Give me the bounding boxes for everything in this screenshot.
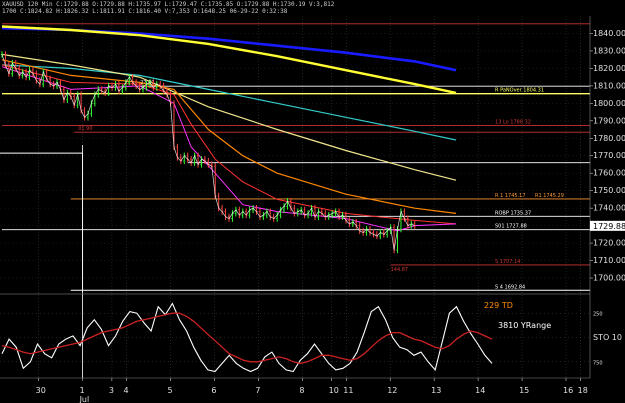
- price-annotation: - 144.87: [387, 267, 408, 273]
- y-axis: 1840.00 1830.00 1820.00 1810.00 1800.00 1790.…: [589, 16, 625, 378]
- price-levels: R PaNOver 1804.3113 Lo 1788.3227.8701.90…: [0, 23, 590, 292]
- level-label: S 1707.14: [495, 259, 520, 265]
- side-level-label: R1 1745.29: [535, 193, 564, 199]
- ema-orange-line: [1, 59, 457, 214]
- level-label: S01 1727.88: [495, 224, 527, 230]
- y-axis-tick-label: 1710.00: [593, 256, 625, 265]
- chart-container: XAUUSD 120 Min C:1729.88 O:1729.88 H:173…: [0, 0, 625, 403]
- level-label: S 4 1692.84: [495, 284, 525, 290]
- ema-magenta-line: [1, 66, 457, 232]
- level-label: R PaNOver 1804.31: [495, 88, 544, 94]
- x-axis: 30 1 3 4 5 6 7 8 10 11 12 13 14 15 16 18Jul: [0, 377, 590, 403]
- last-price-label: 1729.88: [593, 222, 625, 231]
- x-axis-tick-label: 18: [578, 386, 588, 395]
- y-axis-tick-label: 1740.00: [593, 204, 625, 213]
- x-axis-tick-label: 11: [343, 386, 353, 395]
- x-axis-tick-label: 1: [80, 386, 85, 395]
- level-label: ROBP 1735.37: [495, 210, 531, 216]
- x-axis-tick-label: 6: [211, 386, 216, 395]
- x-axis-tick-label: 8: [299, 386, 304, 395]
- x-axis-tick-label: 14: [475, 386, 485, 395]
- x-axis-tick-label: 16: [563, 386, 573, 395]
- y-axis-tick-label: 1840.00: [593, 29, 625, 38]
- sma-yellow-line: [1, 25, 457, 95]
- ema-khaki-line: [1, 53, 457, 181]
- y-axis-tick-label: 1780.00: [593, 134, 625, 143]
- stoch-slow-line: [1, 312, 493, 365]
- x-axis-tick-label: 10: [329, 386, 339, 395]
- x-axis-month-label: Jul: [79, 395, 90, 403]
- y-axis-tick-label: 1820.00: [593, 64, 625, 73]
- ema-cyan-line: [1, 64, 457, 141]
- y-axis-tick-label: 1760.00: [593, 169, 625, 178]
- level-label: 13 Lo 1788.32: [495, 120, 531, 126]
- stoch-annotation: 229 TD: [484, 301, 513, 310]
- y-axis-tick-label: 1800.00: [593, 99, 625, 108]
- level-label: R 1 1745.17: [495, 193, 526, 199]
- price-series: - 144.87: [0, 51, 416, 273]
- x-axis-tick-label: 5: [167, 386, 172, 395]
- x-axis-tick-label: 15: [519, 386, 529, 395]
- stoch-tick-label: STO 10: [593, 333, 622, 342]
- y-axis-tick-label: 1770.00: [593, 151, 625, 160]
- stoch-tick-label: 750: [593, 360, 603, 366]
- x-axis-tick-label: 4: [124, 386, 129, 395]
- y-axis-tick-label: 1700.00: [593, 274, 625, 283]
- x-axis-tick-label: 30: [36, 386, 46, 395]
- stoch-tick-label: 250: [593, 312, 603, 318]
- sma-blue-line: [1, 26, 457, 72]
- x-axis-tick-label: 7: [255, 386, 260, 395]
- moving-averages: [1, 25, 457, 232]
- level-label: 01.90: [78, 126, 92, 132]
- x-axis-tick-label: 13: [431, 386, 441, 395]
- y-axis-tick-label: 1720.00: [593, 239, 625, 248]
- price-chart[interactable]: R PaNOver 1804.3113 Lo 1788.3227.8701.90…: [0, 0, 625, 403]
- stoch-annotation: 3810 YRange: [498, 321, 551, 330]
- y-axis-tick-label: 1790.00: [593, 116, 625, 125]
- stochastic-panel: 250 STO 10 750 229 TD 3810 YRange: [0, 293, 622, 373]
- x-axis-tick-label: 3: [109, 386, 114, 395]
- y-axis-tick-label: 1810.00: [593, 81, 625, 90]
- y-axis-tick-label: 1750.00: [593, 186, 625, 195]
- y-axis-tick-label: 1830.00: [593, 46, 625, 55]
- x-axis-tick-label: 12: [387, 386, 397, 395]
